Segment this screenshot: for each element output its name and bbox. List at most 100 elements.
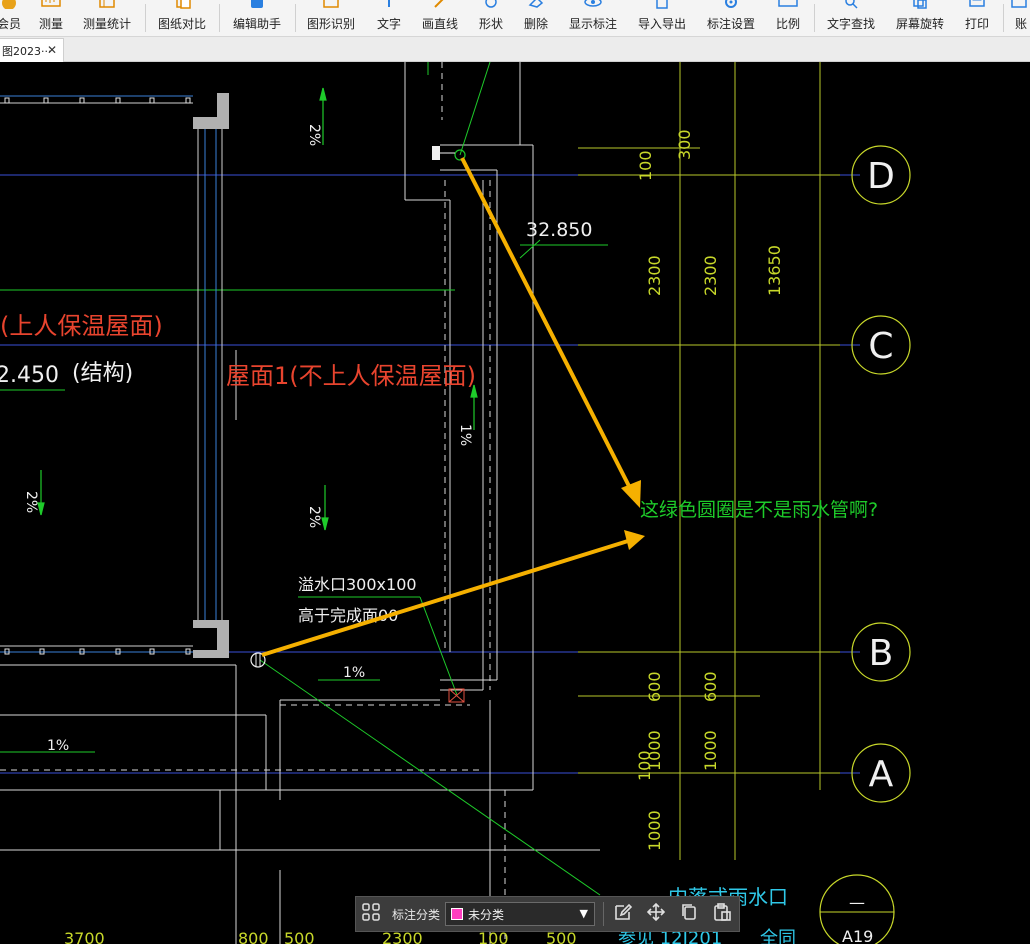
dimension-text: 3700 [64, 929, 105, 944]
toolbar-account-button[interactable]: 账 [1010, 0, 1030, 36]
document-tab-title: 图2023··· [2, 44, 52, 58]
paste-icon [712, 902, 732, 926]
slope-arrows [37, 87, 478, 531]
eraser-icon [525, 0, 547, 15]
printer-icon [966, 0, 988, 15]
toolbar-shape-button[interactable]: 形状 [478, 0, 504, 36]
annotation-category-select[interactable]: 未分类 ▼ [445, 902, 596, 926]
copy-icon [679, 902, 699, 926]
edit-annotation-button[interactable] [606, 896, 639, 932]
account-icon [1010, 0, 1030, 15]
annotation-toolbar: 标注分类 未分类 ▼ [355, 896, 740, 932]
dimension-text: 600 [701, 671, 720, 702]
scale-icon [777, 0, 799, 15]
dimension-text: 2300 [645, 255, 664, 296]
toolbar-delete-button[interactable]: 删除 [523, 0, 549, 36]
elevation-label: 32.850 [526, 219, 592, 241]
close-icon[interactable]: ✕ [47, 43, 57, 57]
toolbar-show-annotation-button[interactable]: 显示标注 [568, 0, 618, 36]
dimension-text: 600 [645, 671, 664, 702]
import-export-icon [651, 0, 673, 15]
line-icon [429, 0, 451, 15]
cad-drawing: D C B A 2% 2% 2% 1% 1% 1% (上人保温屋面) 2.450… [0, 62, 911, 944]
toolbar-annotation-settings-button[interactable]: 标注设置 [706, 0, 756, 36]
text-search-icon [840, 0, 862, 15]
dashed-lines [0, 62, 506, 944]
move-annotation-button[interactable] [639, 896, 672, 932]
dimension-text: 1000 [701, 730, 720, 771]
cad-viewer-app: 会员 测量 测量统计 图纸对比 编辑助手 图形识别 文字 [0, 0, 1030, 944]
toolbar-scale-button[interactable]: 比例 [775, 0, 801, 36]
toolbar-edit-helper-button[interactable]: 编辑助手 [232, 0, 282, 36]
toolbar-text-button[interactable]: 文字 [376, 0, 402, 36]
toolbar-separator [814, 4, 815, 32]
toolbar-line-button[interactable]: 画直线 [421, 0, 459, 36]
main-toolbar: 会员 测量 测量统计 图纸对比 编辑助手 图形识别 文字 [0, 0, 1030, 37]
grid-label-c: C [868, 326, 893, 367]
slope-labels: 2% 2% 2% 1% 1% 1% [23, 124, 473, 754]
toolbar-separator [1003, 4, 1004, 32]
grid-labels: D C B A [867, 156, 895, 795]
toolbar-separator [219, 4, 220, 32]
drawing-text: (上人保温屋面) 2.450 (结构) 屋面1(不上人保温屋面) 32.850 … [0, 219, 878, 944]
toolbar-print-button[interactable]: 打印 [964, 0, 990, 36]
toolbar-rotate-button[interactable]: 屏幕旋转 [895, 0, 945, 36]
rotate-icon [909, 0, 931, 15]
drawing-canvas[interactable]: D C B A 2% 2% 2% 1% 1% 1% (上人保温屋面) 2.450… [0, 62, 1030, 944]
move-icon [646, 902, 666, 926]
copy-annotation-button[interactable] [672, 896, 705, 932]
dimension-text: 300 [675, 129, 694, 160]
eye-icon [582, 0, 604, 15]
dimension-text: 2300 [701, 255, 720, 296]
drain-same: 全同 [760, 928, 796, 944]
grid-lines [0, 174, 860, 774]
measure-stats-icon [96, 0, 118, 15]
category-color-swatch [451, 908, 464, 920]
roof-label-mid: 屋面1(不上人保温屋面) [226, 362, 476, 390]
annotation-category-value: 未分类 [468, 907, 505, 922]
elevation-left: 2.450 [0, 363, 59, 388]
dimension-text: 500 [284, 929, 315, 944]
toolbar-shape-recognize-button[interactable]: 图形识别 [306, 0, 356, 36]
grid-label-a: A [869, 754, 894, 795]
detail-top-label: — [849, 893, 865, 912]
annotation-question: 这绿色圆圈是不是雨水管啊? [640, 499, 878, 521]
overflow-label: 溢水口300x100 [298, 575, 417, 594]
grid-label-b: B [869, 633, 894, 674]
dimension-texts: 100 2300 600 1000 100 1000 300 2300 600 … [635, 129, 784, 851]
annotation-grid-button[interactable] [356, 896, 386, 932]
dimension-text-total: 13650 [765, 245, 784, 296]
toolbar-measure-stats-button[interactable]: 测量统计 [82, 0, 132, 36]
paste-annotation-button[interactable] [705, 896, 738, 932]
slope-label: 1% [47, 738, 69, 754]
toolbar-separator [145, 4, 146, 32]
shape-icon [480, 0, 502, 15]
document-tab[interactable]: 图2023··· ✕ [0, 38, 64, 62]
toolbar-compare-button[interactable]: 图纸对比 [157, 0, 207, 36]
slope-label: 1% [457, 424, 473, 446]
dimension-text: 800 [238, 929, 269, 944]
dimension-text: 100 [636, 150, 655, 181]
detail-bubble: — A19 [819, 874, 895, 944]
compare-icon [171, 0, 193, 15]
toolbar-vip-button[interactable]: 会员 [0, 0, 22, 36]
detail-bottom-label: A19 [842, 927, 873, 944]
toolbar-separator [603, 902, 605, 926]
dimension-text: 100 [635, 750, 654, 781]
grid-bubbles [851, 145, 911, 803]
annotation-arrow[interactable] [460, 157, 634, 493]
slope-label: 2% [306, 124, 322, 146]
text-icon [378, 0, 400, 15]
grid-icon [362, 903, 380, 925]
grid-label-d: D [867, 156, 895, 197]
document-tab-bar: 图2023··· ✕ [0, 37, 1030, 62]
ruler-icon [40, 0, 62, 15]
structure-lines [0, 62, 600, 944]
slope-label: 1% [343, 665, 365, 681]
chevron-down-icon: ▼ [579, 907, 589, 920]
toolbar-measure-button[interactable]: 测量 [34, 0, 68, 36]
toolbar-import-export-button[interactable]: 导入导出 [637, 0, 687, 36]
vip-icon [0, 0, 20, 15]
toolbar-text-search-button[interactable]: 文字查找 [826, 0, 876, 36]
annotation-category-label: 标注分类 [392, 907, 441, 922]
